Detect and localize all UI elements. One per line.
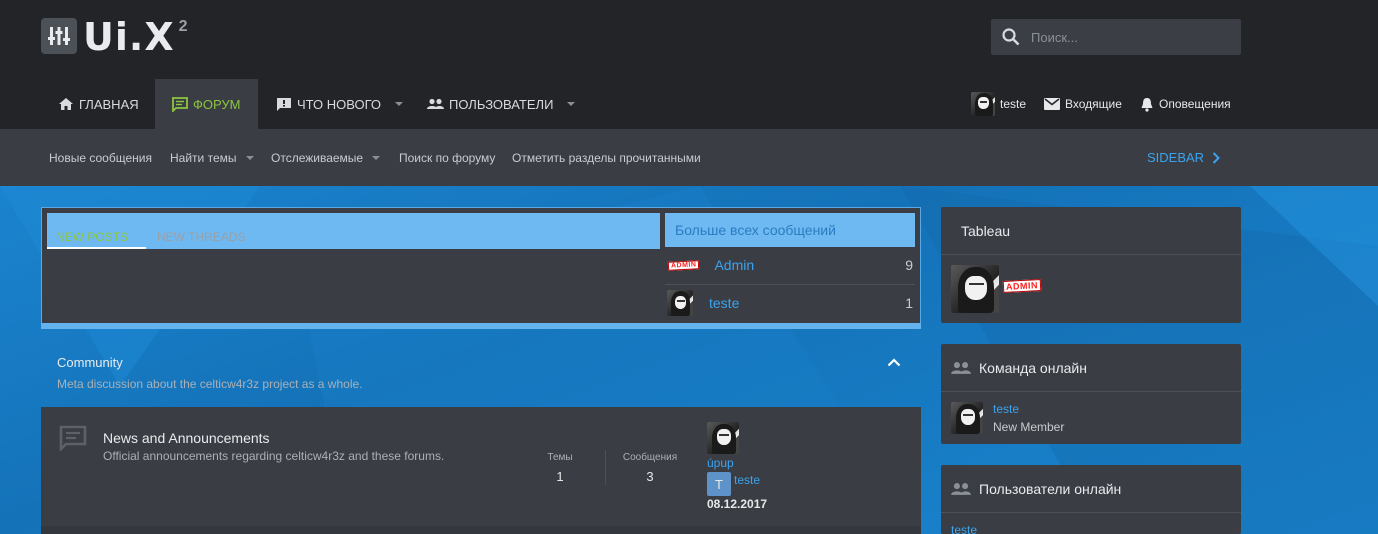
- account-username: teste: [1000, 97, 1027, 111]
- nav-whats-new-label: ЧТО НОВОГО: [297, 96, 382, 112]
- sidebar-toggle-button[interactable]: SIDEBAR: [1147, 129, 1220, 186]
- subnav-find-threads-label: Найти темы: [170, 150, 237, 165]
- category-title[interactable]: Community: [57, 355, 123, 370]
- subnav-watched[interactable]: Отслеживаемые: [271, 129, 381, 186]
- logo-version: 2: [178, 18, 188, 35]
- subnav-find-threads[interactable]: Найти темы: [170, 129, 254, 186]
- forum-chat-icon: [59, 425, 87, 454]
- nav-members[interactable]: ПОЛЬЗОВАТЕЛИ: [427, 79, 576, 129]
- posts-label: Сообщения: [622, 452, 678, 463]
- threads-label: Темы: [547, 452, 573, 463]
- posts-value: 3: [646, 469, 654, 484]
- nav-members-label: ПОЛЬЗОВАТЕЛИ: [449, 96, 554, 112]
- user-initial-avatar[interactable]: T: [707, 472, 731, 496]
- users-icon: [951, 482, 971, 496]
- subnav-mark-read[interactable]: Отметить разделы прочитанными: [512, 129, 701, 186]
- inbox-link[interactable]: Входящие: [1044, 79, 1122, 129]
- chevron-down-icon[interactable]: [372, 155, 381, 160]
- tab-new-threads[interactable]: NEW THREADS: [157, 230, 245, 244]
- search-input[interactable]: [1031, 29, 1231, 45]
- tableau-widget: Tableau ADMIN: [941, 207, 1241, 323]
- stat-divider: [605, 450, 606, 485]
- bell-icon: [1140, 97, 1154, 112]
- subnav-search-forums-label: Поиск по форуму: [399, 150, 496, 165]
- nav-forum-label: ФОРУМ: [193, 96, 241, 112]
- alerts-label: Оповещения: [1159, 97, 1231, 111]
- last-post-thread[interactable]: úpup: [707, 456, 734, 470]
- chevron-down-icon[interactable]: [567, 102, 576, 106]
- top-poster-name[interactable]: teste: [709, 295, 739, 311]
- subnav-new-posts[interactable]: Новые сообщения: [49, 129, 152, 186]
- last-post-user[interactable]: teste: [734, 473, 760, 487]
- widget-title: Tableau: [941, 207, 1241, 255]
- nav-whats-new[interactable]: ЧТО НОВОГО: [276, 79, 404, 129]
- threads-stat: Темы 1: [525, 452, 595, 484]
- admin-avatar[interactable]: ADMIN: [1002, 279, 1042, 293]
- staff-username[interactable]: teste: [993, 402, 1064, 416]
- category-description: Meta discussion about the celticw4r3z pr…: [57, 377, 363, 391]
- admin-avatar: ADMIN: [667, 259, 700, 271]
- users-icon: [427, 98, 444, 110]
- envelope-icon: [1044, 98, 1060, 110]
- chevron-down-icon[interactable]: [395, 102, 404, 106]
- online-username[interactable]: teste: [941, 513, 1241, 534]
- widget-title: Команда онлайн: [979, 359, 1087, 376]
- forum-icon: [172, 96, 188, 112]
- category-header: Community Meta discussion about the celt…: [41, 344, 921, 407]
- site-logo[interactable]: Ui.X 2: [41, 18, 188, 56]
- account-link[interactable]: teste: [971, 79, 1026, 129]
- tab-new-posts[interactable]: NEW POSTS: [47, 230, 146, 249]
- user-avatar[interactable]: [951, 265, 999, 313]
- header-bar: Ui.X 2: [0, 0, 1378, 79]
- chevron-up-icon[interactable]: [887, 355, 901, 370]
- top-poster-row[interactable]: ADMIN Admin 9: [665, 247, 915, 283]
- forum-description: Official announcements regarding celticw…: [103, 449, 445, 463]
- chevron-right-icon: [1212, 151, 1220, 164]
- last-post-date: 08.12.2017: [707, 497, 768, 511]
- top-posters-title: Больше всех сообщений: [665, 213, 915, 247]
- alerts-link[interactable]: Оповещения: [1140, 79, 1231, 129]
- home-icon: [58, 97, 74, 111]
- top-poster-count: 1: [905, 295, 913, 311]
- members-online-widget: Пользователи онлайн teste: [941, 465, 1241, 534]
- logo-text: Ui.X: [83, 15, 175, 59]
- subnav-watched-label: Отслеживаемые: [271, 150, 364, 165]
- subnav-search-forums[interactable]: Поиск по форуму: [399, 129, 495, 186]
- sliders-icon: [41, 18, 77, 54]
- panel-bottom-border: [41, 323, 921, 329]
- chevron-down-icon[interactable]: [245, 155, 254, 160]
- search-icon: [991, 28, 1031, 46]
- subnav-mark-read-label: Отметить разделы прочитанными: [512, 150, 701, 165]
- user-avatar[interactable]: [707, 422, 739, 454]
- subnav-new-posts-label: Новые сообщения: [49, 150, 152, 165]
- staff-online-widget: Команда онлайн teste New Member: [941, 344, 1241, 444]
- next-row-edge: [41, 526, 921, 534]
- search-box[interactable]: [991, 19, 1241, 55]
- users-icon: [951, 361, 971, 375]
- top-poster-count: 9: [905, 257, 913, 273]
- user-avatar: [667, 290, 693, 316]
- alert-chat-icon: [276, 97, 292, 112]
- widget-header: Пользователи онлайн: [941, 465, 1241, 513]
- widget-header: Команда онлайн: [941, 344, 1241, 392]
- user-avatar: [971, 92, 995, 116]
- top-poster-name[interactable]: Admin: [714, 257, 754, 273]
- staff-role: New Member: [993, 420, 1065, 434]
- posts-stat: Сообщения 3: [615, 452, 685, 484]
- forum-title[interactable]: News and Announcements: [103, 430, 270, 446]
- inbox-label: Входящие: [1065, 97, 1122, 111]
- widget-title: Пользователи онлайн: [979, 480, 1122, 497]
- nav-home[interactable]: ГЛАВНАЯ: [58, 79, 139, 129]
- forum-row: News and Announcements Official announce…: [41, 407, 921, 534]
- threads-value: 1: [556, 469, 564, 484]
- sidebar-toggle-label: SIDEBAR: [1147, 150, 1205, 165]
- nav-home-label: ГЛАВНАЯ: [79, 96, 139, 112]
- user-avatar[interactable]: [951, 402, 983, 434]
- nav-forum[interactable]: ФОРУМ: [155, 79, 258, 129]
- top-poster-row[interactable]: teste 1: [665, 285, 915, 321]
